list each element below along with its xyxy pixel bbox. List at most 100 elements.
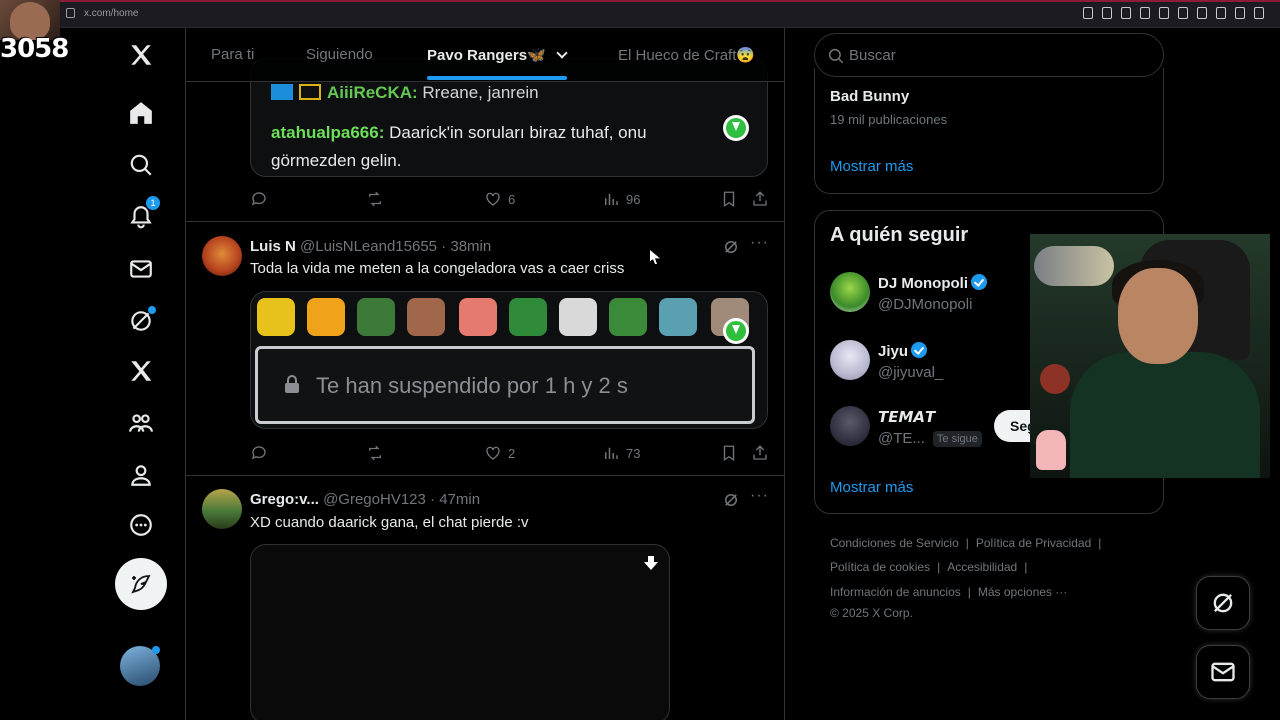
author-handle[interactable]: @LuisNLeand15655	[300, 238, 437, 255]
reply-button[interactable]	[250, 190, 268, 208]
download-arrow-icon[interactable]	[643, 555, 659, 571]
extension-icon[interactable]	[1197, 7, 1207, 19]
tab-el-hueco[interactable]: El Hueco de Craft😨	[618, 46, 755, 64]
like-button[interactable]: 2	[484, 444, 515, 462]
post-button[interactable]	[115, 558, 167, 610]
cookies-link[interactable]: Política de cookies	[830, 560, 930, 574]
window-accent	[0, 0, 1280, 2]
accessibility-link[interactable]: Accesibilidad	[947, 560, 1017, 574]
show-more-link[interactable]: Mostrar más	[830, 479, 913, 496]
grok-icon[interactable]	[124, 304, 158, 338]
suggestion-name[interactable]: Jiyu	[878, 342, 928, 360]
tweet-text: Toda la vida me meten a la congeladora v…	[250, 260, 625, 277]
ads-info-link[interactable]: Información de anuncios	[830, 585, 961, 599]
trend-name[interactable]: Bad Bunny	[830, 88, 909, 105]
x-logo-icon[interactable]	[124, 38, 158, 72]
avatar[interactable]	[202, 236, 242, 276]
chevron-down-icon[interactable]	[556, 47, 568, 59]
grok-dot	[148, 306, 156, 314]
emote	[609, 298, 647, 336]
author-name[interactable]: Grego:v...	[250, 491, 319, 508]
like-count: 6	[508, 191, 516, 207]
share-button[interactable]	[751, 444, 769, 462]
feather-icon	[131, 575, 151, 594]
show-more-link[interactable]: Mostrar más	[830, 158, 913, 175]
more-options-link[interactable]: Más opciones ···	[978, 585, 1067, 599]
emote	[659, 298, 697, 336]
suggestion-name[interactable]: 𝙏𝙀𝙈𝘼𝙏	[878, 408, 935, 426]
shield-icon[interactable]	[1140, 7, 1150, 19]
tweet-header: Luis N @LuisNLeand15655 · 38min	[250, 238, 491, 255]
avatar[interactable]	[830, 406, 870, 446]
lock-icon	[66, 8, 75, 18]
bookmark-button[interactable]	[720, 444, 738, 462]
more-options-icon[interactable]	[124, 508, 158, 542]
views-button[interactable]: 73	[602, 444, 640, 462]
divider	[186, 475, 784, 476]
like-button[interactable]: 6	[484, 190, 515, 208]
follows-you-badge: Te sigue	[932, 431, 982, 447]
bookmark-icon	[723, 191, 735, 208]
author-name[interactable]: Luis N	[250, 238, 296, 255]
account-avatar[interactable]	[120, 646, 160, 686]
avatar[interactable]	[830, 272, 870, 312]
bookmark-button[interactable]	[720, 190, 738, 208]
premium-x-icon[interactable]	[124, 354, 158, 388]
repost-button[interactable]	[366, 444, 384, 462]
address-bar[interactable]: x.com/home	[84, 8, 138, 19]
author-handle[interactable]: @GregoHV123	[323, 491, 426, 508]
terms-link[interactable]: Condiciones de Servicio	[830, 536, 959, 550]
zoom-icon[interactable]	[1083, 7, 1093, 19]
communities-icon[interactable]	[124, 406, 158, 440]
repost-button[interactable]	[366, 190, 384, 208]
more-icon[interactable]: ···	[750, 487, 769, 505]
notifications-icon[interactable]: 1	[124, 196, 160, 234]
divider	[186, 221, 784, 222]
privacy-link[interactable]: Política de Privacidad	[976, 536, 1091, 550]
heart-icon	[486, 192, 500, 206]
tweet-time[interactable]: · 38min	[441, 238, 491, 255]
search-icon[interactable]	[124, 148, 158, 182]
more-icon[interactable]: ···	[750, 234, 769, 252]
download-badge-icon[interactable]	[723, 318, 749, 344]
download-badge-icon[interactable]	[723, 115, 749, 141]
verified-icon	[971, 274, 987, 290]
download-icon[interactable]	[1235, 7, 1245, 19]
stream-counter: 3058	[0, 34, 69, 64]
footer-row: Política de cookies | Accesibilidad |	[830, 560, 1028, 574]
reply-button[interactable]	[250, 444, 268, 462]
tab-pavo-rangers-label: Pavo Rangers🦋	[427, 47, 546, 64]
suspended-text: Te han suspendido por 1 h y 2 s	[316, 373, 628, 398]
tweet-time[interactable]: · 47min	[430, 491, 480, 508]
tab-pavo-rangers[interactable]: Pavo Rangers🦋	[427, 46, 568, 64]
play-icon[interactable]	[1159, 7, 1169, 19]
tab-siguiendo[interactable]: Siguiendo	[306, 46, 373, 63]
tweet-media[interactable]	[250, 544, 670, 720]
views-button[interactable]: 96	[602, 190, 640, 208]
heart-icon[interactable]	[1178, 7, 1188, 19]
tweet-media[interactable]: Te han suspendido por 1 h y 2 s	[250, 291, 768, 429]
emote	[509, 298, 547, 336]
suggestion-name-text: Jiyu	[878, 343, 909, 360]
avatar[interactable]	[830, 340, 870, 380]
grok-fab[interactable]	[1196, 576, 1250, 630]
messages-fab[interactable]	[1196, 645, 1250, 699]
profile-icon[interactable]	[124, 458, 158, 492]
avatar[interactable]	[202, 489, 242, 529]
grok-icon[interactable]	[722, 491, 740, 509]
messages-icon[interactable]	[124, 252, 158, 286]
menu-icon[interactable]	[1254, 7, 1264, 19]
suggestion-handle: @DJMonopoli	[878, 296, 973, 313]
home-icon[interactable]	[124, 96, 158, 130]
share-icon[interactable]	[1216, 7, 1226, 19]
notifications-badge: 1	[146, 196, 160, 210]
chat-badge-icon	[299, 84, 321, 100]
suggestion-name[interactable]: DJ Monopoli	[878, 274, 987, 292]
pin-icon[interactable]	[1102, 7, 1112, 19]
window-icon[interactable]	[1121, 7, 1131, 19]
tab-para-ti[interactable]: Para ti	[211, 46, 254, 63]
grok-icon[interactable]	[722, 238, 740, 256]
share-button[interactable]	[751, 190, 769, 208]
lock-icon	[285, 375, 299, 393]
tweet-actions: 2 73	[250, 444, 770, 464]
